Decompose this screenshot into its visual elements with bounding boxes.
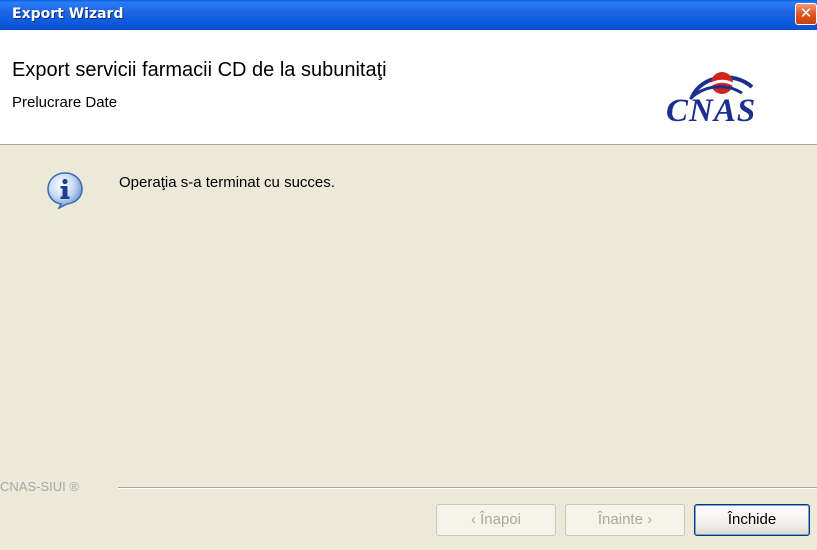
cnas-logo: CNAS (664, 67, 798, 129)
logo-text: CNAS (666, 93, 757, 129)
close-button[interactable]: Închide (694, 504, 810, 536)
close-window-button[interactable]: ✕ (795, 3, 817, 25)
footer-brand: CNAS-SIUI ® (0, 479, 85, 494)
result-message: Operaţia s-a terminat cu succes. (119, 174, 335, 191)
footer-divider (118, 487, 817, 489)
window-title: Export Wizard (12, 6, 124, 22)
wizard-title: Export servicii farmacii CD de la subuni… (12, 59, 387, 81)
next-button[interactable]: Înainte › (565, 504, 685, 536)
info-icon (47, 172, 83, 209)
wizard-content: Operaţia s-a terminat cu succes. (0, 146, 817, 480)
back-button[interactable]: ‹ Înapoi (436, 504, 556, 536)
title-bar[interactable]: Export Wizard ✕ (0, 0, 817, 30)
wizard-subtitle: Prelucrare Date (12, 94, 118, 111)
wizard-header: Export servicii farmacii CD de la subuni… (0, 30, 817, 145)
